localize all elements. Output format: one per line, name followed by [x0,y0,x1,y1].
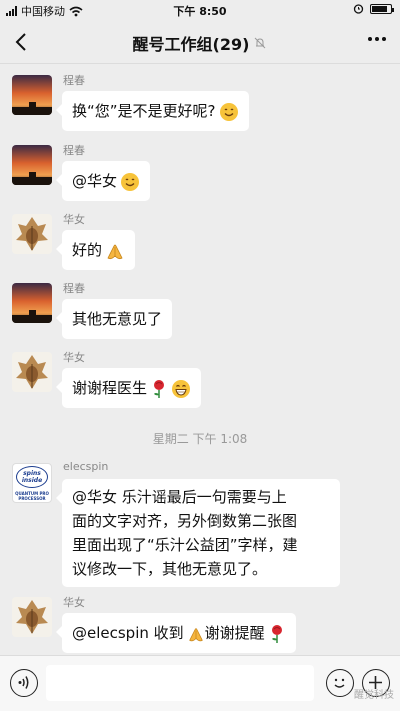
avatar-leaf[interactable] [12,352,52,392]
avatar-sunset[interactable] [12,283,52,323]
grin-emoji-icon [172,379,191,398]
avatar-leaf[interactable] [12,597,52,637]
pray-hands-icon [188,627,203,641]
back-icon[interactable] [8,28,36,56]
voice-icon [18,676,29,689]
avatar-leaf[interactable] [12,214,52,254]
smiley-face-icon [334,678,345,688]
message-bubble[interactable]: 谢谢程医生 [55,368,202,408]
sender-name: 华女 [63,596,85,609]
sender-name: 程春 [63,74,85,87]
smile-emoji-icon [219,102,238,121]
chat-header: 醒号工作组(29) [0,20,400,64]
message-bubble[interactable]: @华女 [55,161,151,201]
mute-bell-icon [255,37,266,49]
avatar-elecspin[interactable]: spins inside QUANTUM PRO PROCESSOR [12,463,52,503]
chat-title: 醒号工作组(29) [132,35,250,54]
message-text: 换“您”是不是更好呢? [72,102,216,120]
message-text: 其他无意见了 [72,310,163,328]
message-line: 面的文字对齐，另外倒数第二张图 [72,512,298,530]
status-bar: 中国移动 下午 8:50 [0,0,400,20]
chat-message: 华女 好的 [0,210,400,270]
clock: 下午 8:50 [173,5,227,18]
chat-message: 程春 其他无意见了 [0,279,400,339]
message-bubble[interactable]: 其他无意见了 [55,299,173,339]
message-text: @华女 [72,172,118,190]
message-line: @华女 乐汁谣最后一句需要与上 [72,488,287,506]
smile-emoji-icon [121,172,140,191]
chat-area[interactable]: 程春 换“您”是不是更好呢? 程春 @华女 华女 好的 程春 其他无意见了 华女… [0,65,400,655]
chat-message: 程春 换“您”是不是更好呢? [0,71,400,131]
sender-name: 程春 [63,144,85,157]
chat-message: 华女 谢谢程医生 [0,348,400,408]
chat-timestamp: 星期二 下午 1:08 [152,432,248,446]
message-bubble[interactable]: 好的 [55,230,136,270]
chat-message: 程春 @华女 [0,141,400,201]
sender-name: elecspin [63,460,109,473]
message-line: 里面出现了“乐汁公益团”字样，建 [72,536,298,554]
message-bubble[interactable]: @elecspin 收到 谢谢提醒 [56,613,296,653]
message-text: 谢谢程医生 [72,379,148,397]
avatar-sunset[interactable] [12,145,52,185]
more-button[interactable] [368,37,386,41]
avatar-logo-line1: spins [23,470,41,477]
chat-title-wrap: 醒号工作组(29) [60,31,340,55]
sender-name: 华女 [63,213,85,226]
voice-button[interactable] [10,669,38,697]
message-text: 谢谢提醒 [204,624,265,642]
message-bubble[interactable]: 换“您”是不是更好呢? [56,91,249,131]
avatar-sunset[interactable] [12,75,52,115]
message-line: 议修改一下，其他无意见了。 [72,560,268,578]
message-text: 好的 [72,241,103,259]
message-text: @elecspin 收到 [72,624,184,642]
avatar-logo-line4: PROCESSOR [18,496,46,501]
rose-icon [271,624,282,643]
input-bar: 醒觉科技 [0,655,400,711]
sender-name: 程春 [63,282,85,295]
chat-message: spins inside QUANTUM PRO PROCESSOR elecs… [0,459,400,587]
emoji-button[interactable] [326,669,354,697]
message-input[interactable] [46,665,314,701]
sender-name: 华女 [63,351,85,364]
message-bubble[interactable]: @华女 乐汁谣最后一句需要与上 面的文字对齐，另外倒数第二张图 里面出现了“乐汁… [56,479,340,587]
chat-message: 华女 @elecspin 收到 谢谢提醒 [0,593,400,653]
rose-icon [154,379,165,398]
alarm-icon [353,4,364,14]
battery-icon [370,3,394,14]
avatar-logo-line2: inside [21,477,43,484]
watermark: 醒觉科技 [354,690,394,701]
pray-hands-icon [107,244,123,259]
